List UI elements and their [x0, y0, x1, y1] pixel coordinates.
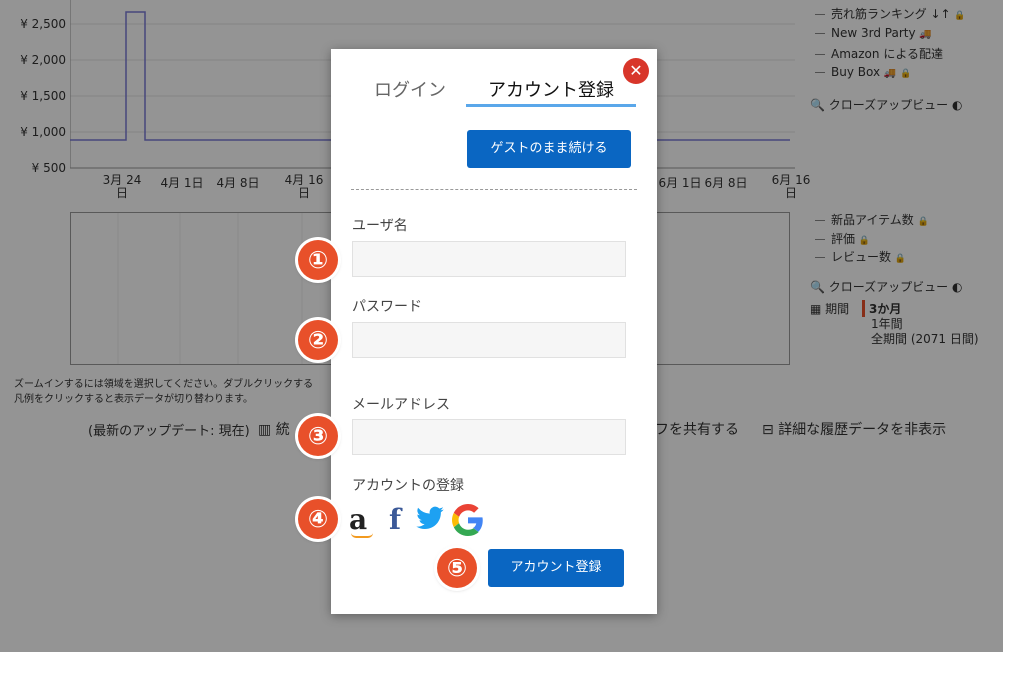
- annotation-badge-3: ③: [298, 416, 338, 456]
- divider: [351, 189, 637, 190]
- annotation-badge-5: ⑤: [437, 548, 477, 588]
- active-tab-indicator: [466, 104, 636, 107]
- google-icon[interactable]: [452, 504, 484, 543]
- continue-as-guest-button[interactable]: ゲストのまま続ける: [467, 130, 631, 168]
- email-label: メールアドレス: [352, 397, 450, 413]
- password-label: パスワード: [352, 299, 422, 315]
- annotation-badge-2: ②: [298, 320, 338, 360]
- register-account-button[interactable]: アカウント登録: [488, 549, 624, 587]
- social-register-label: アカウントの登録: [352, 478, 464, 494]
- email-field[interactable]: [352, 419, 626, 455]
- annotation-badge-1: ①: [298, 240, 338, 280]
- twitter-icon[interactable]: [415, 503, 445, 540]
- annotation-badge-4: ④: [298, 499, 338, 539]
- username-label: ユーザ名: [352, 218, 408, 234]
- account-modal: ログイン アカウント登録 ✕ ゲストのまま続ける ユーザ名 パスワード メールア…: [331, 49, 657, 614]
- close-icon[interactable]: ✕: [623, 58, 649, 84]
- amazon-icon[interactable]: a: [349, 503, 373, 538]
- facebook-icon[interactable]: f: [389, 503, 401, 536]
- tab-login[interactable]: ログイン: [374, 76, 446, 102]
- username-field[interactable]: [352, 241, 626, 277]
- tab-register[interactable]: アカウント登録: [488, 76, 614, 102]
- password-field[interactable]: [352, 322, 626, 358]
